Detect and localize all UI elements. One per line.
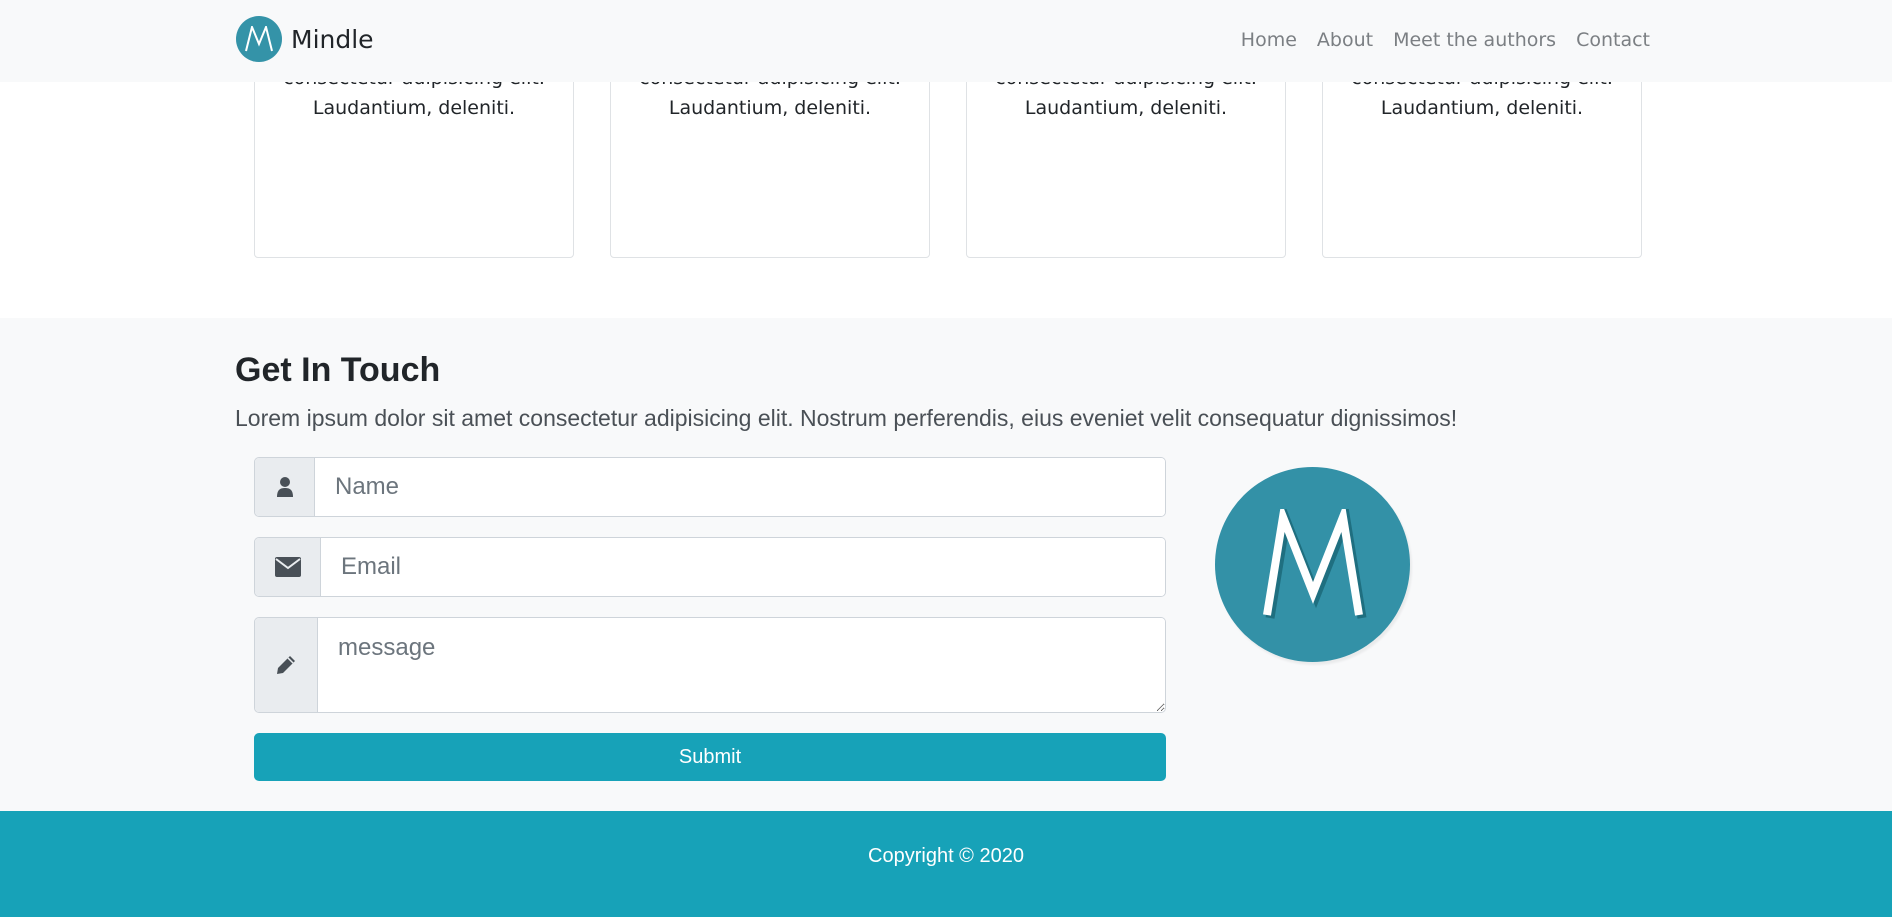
message-input[interactable] xyxy=(318,618,1165,712)
card-text: Laudantium, deleniti. xyxy=(668,97,872,119)
submit-button[interactable]: Submit xyxy=(254,733,1166,781)
card-text: Laudantium, deleniti. xyxy=(1380,97,1584,119)
contact-section: Get In Touch Lorem ipsum dolor sit amet … xyxy=(0,318,1892,811)
card-text: Laudantium, deleniti. xyxy=(1024,97,1228,119)
envelope-icon xyxy=(255,538,321,596)
nav-link-home[interactable]: Home xyxy=(1241,29,1297,51)
name-field xyxy=(254,457,1166,517)
card-text: Laudantium, deleniti. xyxy=(312,97,516,119)
logo-letter-icon xyxy=(1262,508,1366,619)
nav-link-about[interactable]: About xyxy=(1317,29,1373,51)
nav-link-contact[interactable]: Contact xyxy=(1576,29,1650,51)
user-icon xyxy=(255,458,315,516)
mindle-logo xyxy=(1215,467,1410,662)
contact-title: Get In Touch xyxy=(235,351,441,389)
pencil-icon xyxy=(255,618,318,712)
brand-logo-letter-icon xyxy=(245,26,273,52)
nav-link-authors[interactable]: Meet the authors xyxy=(1393,29,1556,51)
footer: Copyright © 2020 xyxy=(0,811,1892,917)
brand-name: Mindle xyxy=(291,24,374,54)
nav-links: Home About Meet the authors Contact xyxy=(1221,29,1650,51)
contact-lead: Lorem ipsum dolor sit amet consectetur a… xyxy=(235,405,1458,431)
brand-link[interactable]: Mindle xyxy=(236,16,374,62)
message-field xyxy=(254,617,1166,713)
email-field xyxy=(254,537,1166,597)
email-input[interactable] xyxy=(321,538,1165,596)
navbar: Mindle Home About Meet the authors Conta… xyxy=(0,0,1892,82)
brand-logo xyxy=(236,16,282,62)
copyright-text: Copyright © 2020 xyxy=(868,845,1024,867)
name-input[interactable] xyxy=(315,458,1165,516)
